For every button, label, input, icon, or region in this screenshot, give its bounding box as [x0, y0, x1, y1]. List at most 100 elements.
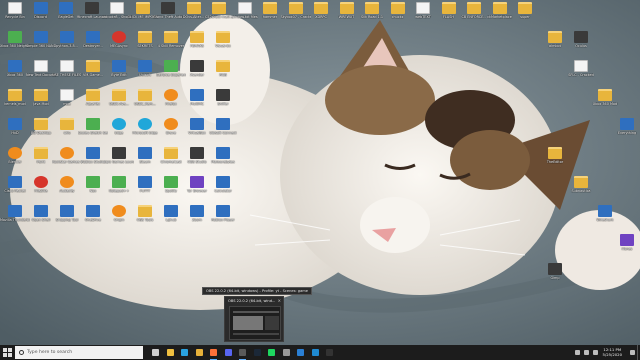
desktop-icon[interactable]: SFLC - Cracked [568, 60, 594, 88]
taskbar-clock[interactable]: 12:11 PM 5/25/2020 [603, 347, 622, 357]
desktop-icon[interactable]: USE THESE FILES FOR B... [52, 60, 82, 88]
desktop-icon[interactable]: Grand Theft Auto V [153, 2, 183, 30]
desktop-icon[interactable]: OBS Tools [132, 205, 158, 233]
desktop-icon[interactable]: Open Shell [28, 205, 54, 233]
desktop-icon[interactable]: Roblox Player [210, 205, 236, 233]
desktop-icon[interactable]: Microsoft Edge [132, 118, 158, 146]
network-icon[interactable] [583, 350, 589, 355]
desktop-icon[interactable]: FileZilla [28, 176, 54, 204]
desktop-icon[interactable]: Byte Edit [106, 60, 132, 88]
desktop-icon[interactable]: TheEditor [542, 147, 568, 175]
desktop-icon[interactable]: Oculus [568, 31, 594, 59]
taskbar-app-vscode[interactable] [310, 347, 321, 358]
desktop-icon[interactable]: Everything [614, 118, 640, 146]
desktop-icon[interactable]: Xbox 360 Neighborh... [0, 31, 30, 59]
taskbar-app-store[interactable] [281, 347, 292, 358]
taskbar-app-terminal[interactable] [324, 347, 335, 358]
taskbar-app-mail[interactable] [295, 347, 306, 358]
desktop-icon[interactable]: Minecraft Launcher [77, 2, 107, 30]
desktop-icon[interactable]: Silk Road 1.1 [359, 2, 385, 30]
desktop-icon[interactable]: C52shoul-matr... [205, 2, 233, 30]
desktop-icon[interactable]: GeForce Experience [156, 60, 186, 88]
taskbar-app-firefox[interactable] [208, 347, 219, 360]
desktop-icon[interactable]: Zoom [184, 205, 210, 233]
desktop-icon[interactable]: VM-Game... [80, 60, 106, 88]
desktop-icon[interactable]: hammer [257, 2, 283, 30]
taskbar-app-discord[interactable] [223, 347, 234, 358]
start-button[interactable] [0, 345, 15, 360]
desktop-icon[interactable]: BD Desktop [28, 118, 54, 146]
desktop-icon[interactable]: Wireshark [592, 205, 618, 233]
desktop-icon[interactable]: Paint [28, 147, 54, 175]
desktop-icon[interactable]: WREWXT [334, 2, 360, 30]
desktop-icon[interactable]: Epic Games Launcher [104, 147, 134, 175]
desktop-icon[interactable]: MEGAsync [106, 31, 132, 59]
desktop-icon[interactable]: Xbox 360 [2, 60, 28, 88]
taskbar-app-spotify[interactable] [266, 347, 277, 358]
taskbar-app-steam[interactable] [252, 347, 263, 358]
desktop-icon[interactable]: aimbot [542, 31, 568, 59]
desktop-icon[interactable]: Subnautica [568, 176, 594, 204]
taskbar-app-task-view[interactable] [150, 347, 161, 358]
desktop-icon[interactable]: Malwarebytes [210, 147, 236, 175]
desktop-icon[interactable]: super [512, 2, 538, 30]
desktop-icon[interactable]: XDRPC [308, 2, 334, 30]
desktop-icon[interactable]: AquaTec [80, 89, 106, 117]
desktop-icon[interactable]: Discord [28, 2, 54, 30]
desktop-icon[interactable]: Java Mod [28, 89, 54, 117]
desktop-icon[interactable]: Scaleu Sketch Server [78, 118, 108, 146]
desktop-icon[interactable]: USBC_Rem... [132, 89, 158, 117]
desktop-icon[interactable]: CLICK ME IMPORTANT [128, 2, 158, 30]
desktop-icon[interactable]: ChromeCast [158, 147, 184, 175]
desktop-icon[interactable]: window.txt files [231, 2, 258, 30]
desktop-icon[interactable]: Edge [106, 118, 132, 146]
desktop-icon[interactable]: PuTTY [132, 176, 158, 204]
preview-window-thumbnail[interactable] [229, 306, 281, 340]
desktop-icon[interactable]: Steam [132, 147, 158, 175]
desktop-icon[interactable]: OneDrive [80, 205, 106, 233]
notification-icon[interactable] [630, 350, 635, 355]
desktop-icon[interactable]: Calculator [210, 176, 236, 204]
taskbar-search-box[interactable]: Type here to search [15, 346, 143, 359]
desktop-icon[interactable]: VirtualBox [184, 118, 210, 146]
desktop-icon[interactable]: Firefox [158, 89, 184, 117]
chevron-up-icon[interactable] [574, 350, 580, 355]
desktop-icon[interactable]: Brave [158, 118, 184, 146]
desktop-icon[interactable]: webTEXT [410, 2, 436, 30]
desktop-icon[interactable]: Recycle Bin [2, 2, 28, 30]
taskbar-thumbnail-preview[interactable]: OBS 22.0.2 (64-bit, wind... × [224, 296, 284, 342]
desktop-icon[interactable]: kernels_mod [2, 89, 28, 117]
desktop-icon[interactable]: Simple 360 NAND Fl... [26, 31, 56, 59]
taskbar-app-edge[interactable] [179, 347, 190, 358]
desktop-icon[interactable]: Ubisoft Connect [210, 118, 236, 146]
desktop-icon[interactable]: Snipping Tool [54, 205, 80, 233]
desktop-icon[interactable]: Origin [106, 205, 132, 233]
desktop-icon[interactable]: iTunes [614, 234, 640, 262]
desktop-icon[interactable]: Sniffer [210, 89, 236, 117]
taskbar-app-obs[interactable] [237, 347, 248, 360]
desktop-icon[interactable]: Audacity [54, 176, 80, 204]
desktop-icon[interactable]: Skybox07 - Cracked [281, 2, 311, 30]
desktop-icon[interactable]: Lghub [158, 205, 184, 233]
desktop-icon[interactable]: Ubisoft [132, 60, 158, 88]
desktop-icon[interactable]: EagleGet [53, 2, 79, 30]
desktop-icon[interactable]: ckMarketplace [487, 2, 513, 30]
desktop-icon[interactable]: SEKRETS [132, 31, 158, 59]
desktop-icon[interactable]: MultiMC [184, 89, 210, 117]
desktop-icon[interactable]: FLASH [436, 2, 462, 30]
desktop-icon[interactable]: HxD [2, 118, 28, 146]
volume-icon[interactable] [592, 350, 598, 355]
desktop-icon[interactable]: OBS Studio [184, 147, 210, 175]
desktop-icon[interactable]: mge [54, 89, 80, 117]
close-icon[interactable]: × [278, 298, 281, 303]
desktop-icon[interactable]: Cisco Packet [2, 176, 28, 204]
desktop-icon[interactable]: Visual-Ex [210, 31, 236, 59]
desktop-icon[interactable]: Tor Browser [184, 176, 210, 204]
desktop-icon[interactable]: chuckz [385, 2, 411, 30]
desktop-icon[interactable]: Roblox Studio [80, 147, 106, 175]
taskbar-app-file-explorer[interactable] [165, 347, 176, 358]
desktop-icon[interactable]: wiiu [54, 118, 80, 146]
desktop-icon[interactable]: USBC-Ava... [106, 89, 132, 117]
desktop-icon[interactable]: Mozilla Thunderbird [0, 205, 30, 233]
desktop-icon[interactable]: Rockstar Games Launcher [52, 147, 82, 175]
